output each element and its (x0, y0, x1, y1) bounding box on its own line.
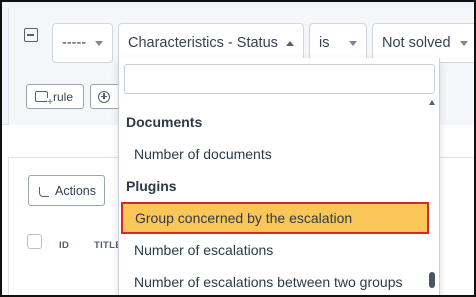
option-group-plugins: Plugins (126, 178, 177, 194)
criteria-select-value: Characteristics - Status (128, 35, 278, 51)
dropdown-search-input[interactable] (124, 64, 435, 94)
value-select-value: Not solved (382, 35, 451, 51)
actions-label: Actions (55, 183, 96, 198)
chevron-down-icon (349, 41, 357, 46)
operator-select-value: is (319, 35, 330, 51)
add-rule-label: rule (53, 89, 74, 104)
field-select-value: ----- (62, 35, 87, 51)
actions-button[interactable]: Actions (28, 175, 105, 206)
screenshot-frame: ----- Characteristics - Status is Not so… (0, 0, 476, 297)
actions-arrow-icon (39, 186, 49, 197)
value-select[interactable]: Not solved (372, 23, 474, 63)
column-header-id[interactable]: ID (59, 240, 69, 251)
scroll-up-icon[interactable] (429, 100, 435, 105)
add-rule-button[interactable]: rule (26, 84, 84, 109)
option-escalations-between-two-groups[interactable]: Number of escalations between two groups (120, 266, 430, 295)
chevron-down-icon (95, 41, 103, 46)
select-all-checkbox[interactable] (27, 234, 42, 249)
option-number-of-documents[interactable]: Number of documents (120, 138, 430, 170)
option-group-concerned-by-escalation[interactable]: Group concerned by the escalation (121, 202, 429, 234)
criteria-select[interactable]: Characteristics - Status (118, 23, 304, 63)
plus-circle-icon (98, 90, 110, 103)
chevron-up-icon (286, 41, 294, 46)
option-group-documents: Documents (126, 114, 203, 130)
option-number-of-escalations[interactable]: Number of escalations (120, 234, 430, 266)
add-rule-icon (35, 91, 53, 108)
operator-select[interactable]: is (309, 23, 367, 63)
field-select[interactable]: ----- (52, 23, 113, 63)
criteria-dropdown: Documents Number of documents Plugins Gr… (118, 58, 440, 295)
chevron-down-icon (460, 41, 468, 46)
dropdown-scrollbar[interactable] (429, 272, 435, 288)
collapse-criteria-icon[interactable] (24, 28, 38, 42)
